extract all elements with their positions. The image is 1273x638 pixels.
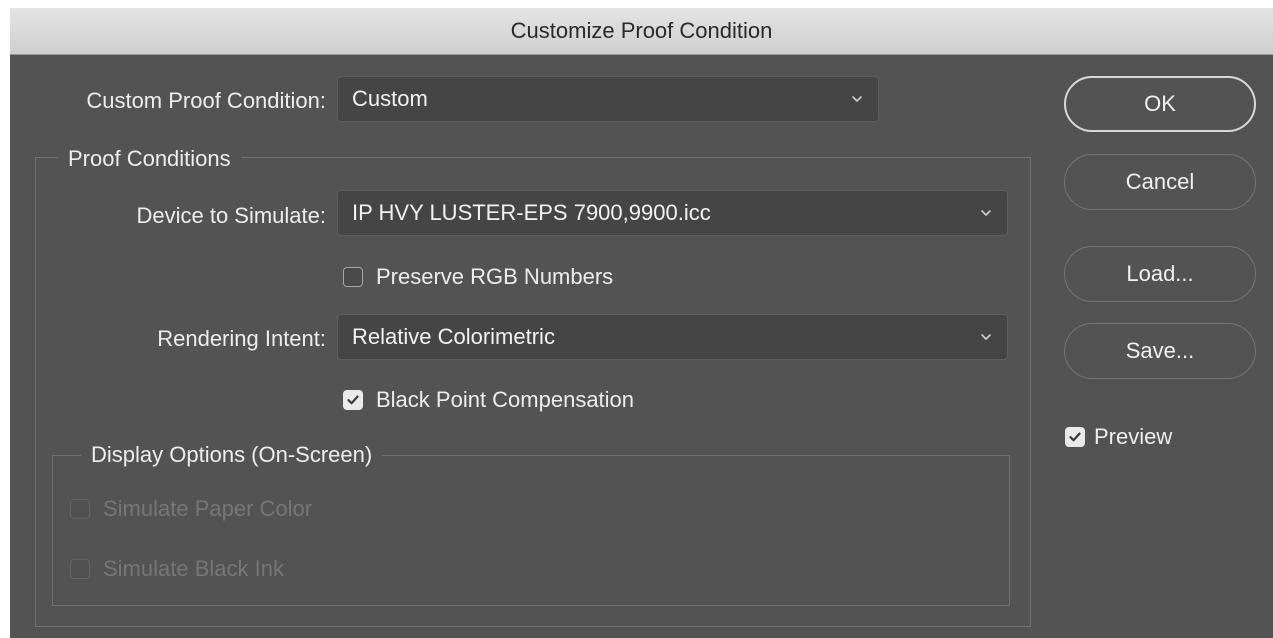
- device-to-simulate-value: IP HVY LUSTER-EPS 7900,9900.icc: [352, 200, 711, 225]
- device-to-simulate-label: Device to Simulate:: [136, 203, 326, 228]
- ok-button[interactable]: OK: [1064, 76, 1256, 132]
- checkbox-disabled-icon: [70, 559, 90, 579]
- chevron-down-icon: [981, 210, 991, 216]
- customize-proof-condition-dialog: Customize Proof Condition Custom Proof C…: [10, 8, 1273, 638]
- display-options-group: [52, 455, 1010, 606]
- chevron-down-icon: [981, 334, 991, 340]
- black-point-compensation-label: Black Point Compensation: [376, 387, 635, 412]
- chevron-down-icon: [852, 96, 862, 102]
- simulate-black-ink-label: Simulate Black Ink: [103, 556, 284, 581]
- rendering-intent-label: Rendering Intent:: [157, 326, 326, 351]
- window-title: Customize Proof Condition: [510, 18, 773, 43]
- custom-proof-condition-value: Custom: [352, 86, 428, 111]
- display-options-title: Display Options (On-Screen): [81, 442, 383, 468]
- rendering-intent-value: Relative Colorimetric: [352, 324, 555, 349]
- device-to-simulate-select[interactable]: IP HVY LUSTER-EPS 7900,9900.icc: [337, 190, 1008, 236]
- preserve-rgb-numbers-label: Preserve RGB Numbers: [376, 264, 614, 289]
- simulate-paper-color-label: Simulate Paper Color: [103, 496, 313, 521]
- proof-conditions-title: Proof Conditions: [58, 146, 241, 172]
- checkbox-unchecked-icon[interactable]: [343, 267, 363, 287]
- cancel-button[interactable]: Cancel: [1064, 154, 1256, 210]
- checkmark-icon[interactable]: [1065, 427, 1085, 447]
- simulate-black-ink-checkbox: Simulate Black Ink: [70, 556, 284, 582]
- custom-proof-condition-select[interactable]: Custom: [337, 76, 879, 122]
- preserve-rgb-numbers-checkbox[interactable]: Preserve RGB Numbers: [343, 264, 613, 290]
- title-bar: Customize Proof Condition: [10, 8, 1273, 55]
- preview-checkbox[interactable]: Preview: [1065, 424, 1172, 450]
- checkmark-icon[interactable]: [343, 390, 363, 410]
- simulate-paper-color-checkbox: Simulate Paper Color: [70, 496, 312, 522]
- checkbox-disabled-icon: [70, 499, 90, 519]
- custom-proof-condition-label: Custom Proof Condition:: [86, 88, 326, 113]
- preview-label: Preview: [1094, 424, 1173, 449]
- save-button[interactable]: Save...: [1064, 323, 1256, 379]
- black-point-compensation-checkbox[interactable]: Black Point Compensation: [343, 387, 634, 413]
- load-button[interactable]: Load...: [1064, 246, 1256, 302]
- rendering-intent-select[interactable]: Relative Colorimetric: [337, 314, 1008, 360]
